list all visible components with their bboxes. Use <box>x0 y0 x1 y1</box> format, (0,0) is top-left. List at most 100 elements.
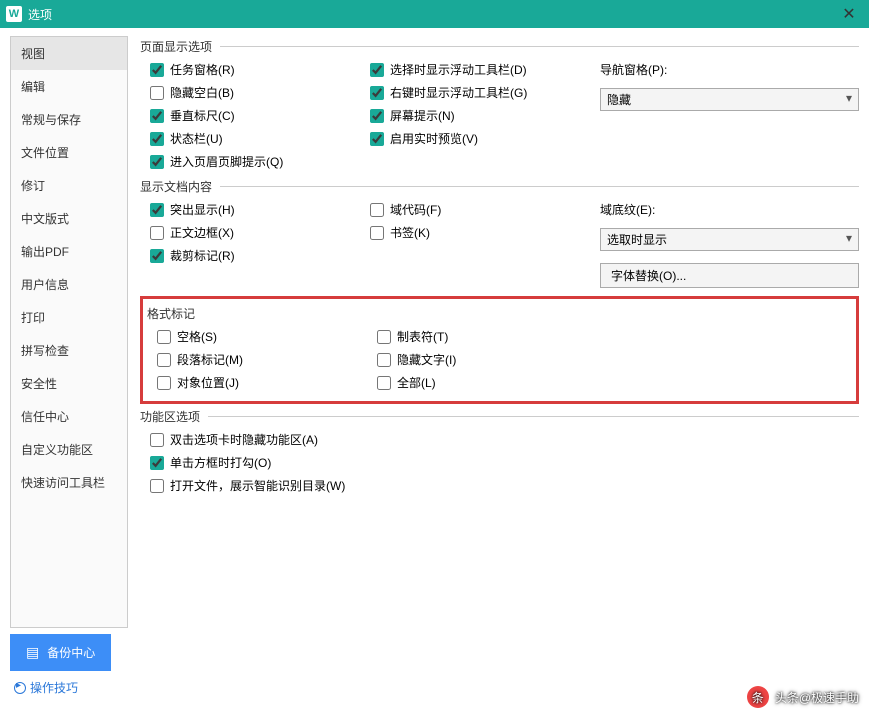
checkbox-input[interactable] <box>150 226 164 240</box>
checkbox-label: 域代码(F) <box>390 201 441 218</box>
sidebar: 视图编辑常规与保存文件位置修订中文版式输出PDF用户信息打印拼写检查安全性信任中… <box>10 36 128 628</box>
checkbox-option[interactable]: 突出显示(H) <box>150 201 370 218</box>
watermark: 条 头条@极速手助 <box>747 686 859 708</box>
checkbox-option[interactable]: 进入页眉页脚提示(Q) <box>150 153 370 170</box>
checkbox-label: 裁剪标记(R) <box>170 247 235 264</box>
sidebar-item[interactable]: 安全性 <box>11 367 127 400</box>
sidebar-item[interactable]: 中文版式 <box>11 202 127 235</box>
title-bar: W 选项 ✕ <box>0 0 869 28</box>
font-substitute-button[interactable]: 字体替换(O)... <box>600 263 859 288</box>
checkbox-label: 全部(L) <box>397 374 436 391</box>
checkbox-input[interactable] <box>157 330 171 344</box>
checkbox-input[interactable] <box>157 353 171 367</box>
close-button[interactable]: ✕ <box>829 0 869 28</box>
checkbox-label: 正文边框(X) <box>170 224 234 241</box>
checkbox-option[interactable]: 域代码(F) <box>370 201 600 218</box>
checkbox-option[interactable]: 隐藏文字(I) <box>377 351 607 368</box>
checkbox-option[interactable]: 隐藏空白(B) <box>150 84 370 101</box>
checkbox-option[interactable]: 制表符(T) <box>377 328 607 345</box>
section-ribbon-options: 功能区选项 双击选项卡时隐藏功能区(A)单击方框时打勾(O)打开文件，展示智能识… <box>140 408 859 494</box>
tips-label: 操作技巧 <box>30 679 78 696</box>
checkbox-input[interactable] <box>150 86 164 100</box>
checkbox-input[interactable] <box>150 132 164 146</box>
checkbox-label: 任务窗格(R) <box>170 61 235 78</box>
body-area: 视图编辑常规与保存文件位置修订中文版式输出PDF用户信息打印拼写检查安全性信任中… <box>0 28 869 628</box>
checkbox-input[interactable] <box>370 132 384 146</box>
checkbox-input[interactable] <box>150 63 164 77</box>
checkbox-option[interactable]: 裁剪标记(R) <box>150 247 370 264</box>
checkbox-option[interactable]: 打开文件，展示智能识别目录(W) <box>150 477 345 494</box>
checkbox-input[interactable] <box>377 376 391 390</box>
checkbox-option[interactable]: 对象位置(J) <box>157 374 377 391</box>
checkbox-label: 突出显示(H) <box>170 201 235 218</box>
checkbox-option[interactable]: 双击选项卡时隐藏功能区(A) <box>150 431 345 448</box>
checkbox-option[interactable]: 书签(K) <box>370 224 600 241</box>
checkbox-input[interactable] <box>370 86 384 100</box>
sidebar-item[interactable]: 打印 <box>11 301 127 334</box>
app-icon: W <box>6 6 22 22</box>
checkbox-option[interactable]: 状态栏(U) <box>150 130 370 147</box>
backup-center-button[interactable]: ▤ 备份中心 <box>10 634 111 671</box>
sidebar-item[interactable]: 自定义功能区 <box>11 433 127 466</box>
checkbox-label: 隐藏文字(I) <box>397 351 456 368</box>
checkbox-input[interactable] <box>150 203 164 217</box>
tips-link[interactable]: 操作技巧 <box>0 671 869 696</box>
checkbox-option[interactable]: 段落标记(M) <box>157 351 377 368</box>
checkbox-input[interactable] <box>370 109 384 123</box>
section-page-display: 页面显示选项 任务窗格(R) 隐藏空白(B) 垂直标尺(C) 状态栏(U) 进入页眉页脚… <box>140 38 859 170</box>
window-title: 选项 <box>28 6 829 23</box>
checkbox-label: 双击选项卡时隐藏功能区(A) <box>170 431 318 448</box>
checkbox-option[interactable]: 垂直标尺(C) <box>150 107 370 124</box>
nav-pane-select[interactable]: 隐藏 <box>600 88 859 111</box>
checkbox-input[interactable] <box>377 353 391 367</box>
checkbox-label: 屏幕提示(N) <box>390 107 455 124</box>
section-doc-content: 显示文档内容 突出显示(H)正文边框(X)裁剪标记(R) 域代码(F)书签(K)… <box>140 178 859 288</box>
watermark-icon: 条 <box>747 686 769 708</box>
checkbox-option[interactable]: 空格(S) <box>157 328 377 345</box>
sidebar-item[interactable]: 拼写检查 <box>11 334 127 367</box>
format-marks-highlight: 格式标记 空格(S)段落标记(M)对象位置(J) 制表符(T)隐藏文字(I)全部… <box>140 296 859 404</box>
sidebar-item[interactable]: 用户信息 <box>11 268 127 301</box>
field-shading-select[interactable]: 选取时显示 <box>600 228 859 251</box>
checkbox-label: 段落标记(M) <box>177 351 243 368</box>
checkbox-option[interactable]: 屏幕提示(N) <box>370 107 600 124</box>
sidebar-item[interactable]: 修订 <box>11 169 127 202</box>
checkbox-option[interactable]: 单击方框时打勾(O) <box>150 454 345 471</box>
checkbox-label: 对象位置(J) <box>177 374 239 391</box>
checkbox-input[interactable] <box>150 249 164 263</box>
checkbox-label: 进入页眉页脚提示(Q) <box>170 153 283 170</box>
checkbox-option[interactable]: 选择时显示浮动工具栏(D) <box>370 61 600 78</box>
checkbox-option[interactable]: 全部(L) <box>377 374 607 391</box>
checkbox-label: 启用实时预览(V) <box>390 130 478 147</box>
checkbox-input[interactable] <box>370 226 384 240</box>
checkbox-input[interactable] <box>150 155 164 169</box>
footer: ▤ 备份中心 <box>0 628 869 671</box>
checkbox-option[interactable]: 正文边框(X) <box>150 224 370 241</box>
checkbox-option[interactable]: 右键时显示浮动工具栏(G) <box>370 84 600 101</box>
checkbox-input[interactable] <box>370 203 384 217</box>
checkbox-input[interactable] <box>150 109 164 123</box>
checkbox-label: 书签(K) <box>390 224 430 241</box>
checkbox-input[interactable] <box>370 63 384 77</box>
backup-icon: ▤ <box>26 644 39 661</box>
checkbox-label: 隐藏空白(B) <box>170 84 234 101</box>
sidebar-item[interactable]: 编辑 <box>11 70 127 103</box>
checkbox-option[interactable]: 任务窗格(R) <box>150 61 370 78</box>
checkbox-input[interactable] <box>157 376 171 390</box>
field-shading-label: 域底纹(E): <box>600 201 859 218</box>
content-pane: 页面显示选项 任务窗格(R) 隐藏空白(B) 垂直标尺(C) 状态栏(U) 进入页眉页脚… <box>128 36 859 628</box>
section-legend: 页面显示选项 <box>140 38 220 55</box>
checkbox-input[interactable] <box>150 456 164 470</box>
sidebar-item[interactable]: 视图 <box>11 37 127 70</box>
section-format-marks: 格式标记 空格(S)段落标记(M)对象位置(J) 制表符(T)隐藏文字(I)全部… <box>147 305 848 391</box>
sidebar-item[interactable]: 文件位置 <box>11 136 127 169</box>
sidebar-item[interactable]: 快速访问工具栏 <box>11 466 127 499</box>
nav-pane-label: 导航窗格(P): <box>600 61 859 78</box>
checkbox-input[interactable] <box>150 479 164 493</box>
sidebar-item[interactable]: 输出PDF <box>11 235 127 268</box>
checkbox-input[interactable] <box>377 330 391 344</box>
sidebar-item[interactable]: 信任中心 <box>11 400 127 433</box>
sidebar-item[interactable]: 常规与保存 <box>11 103 127 136</box>
checkbox-input[interactable] <box>150 433 164 447</box>
checkbox-option[interactable]: 启用实时预览(V) <box>370 130 600 147</box>
